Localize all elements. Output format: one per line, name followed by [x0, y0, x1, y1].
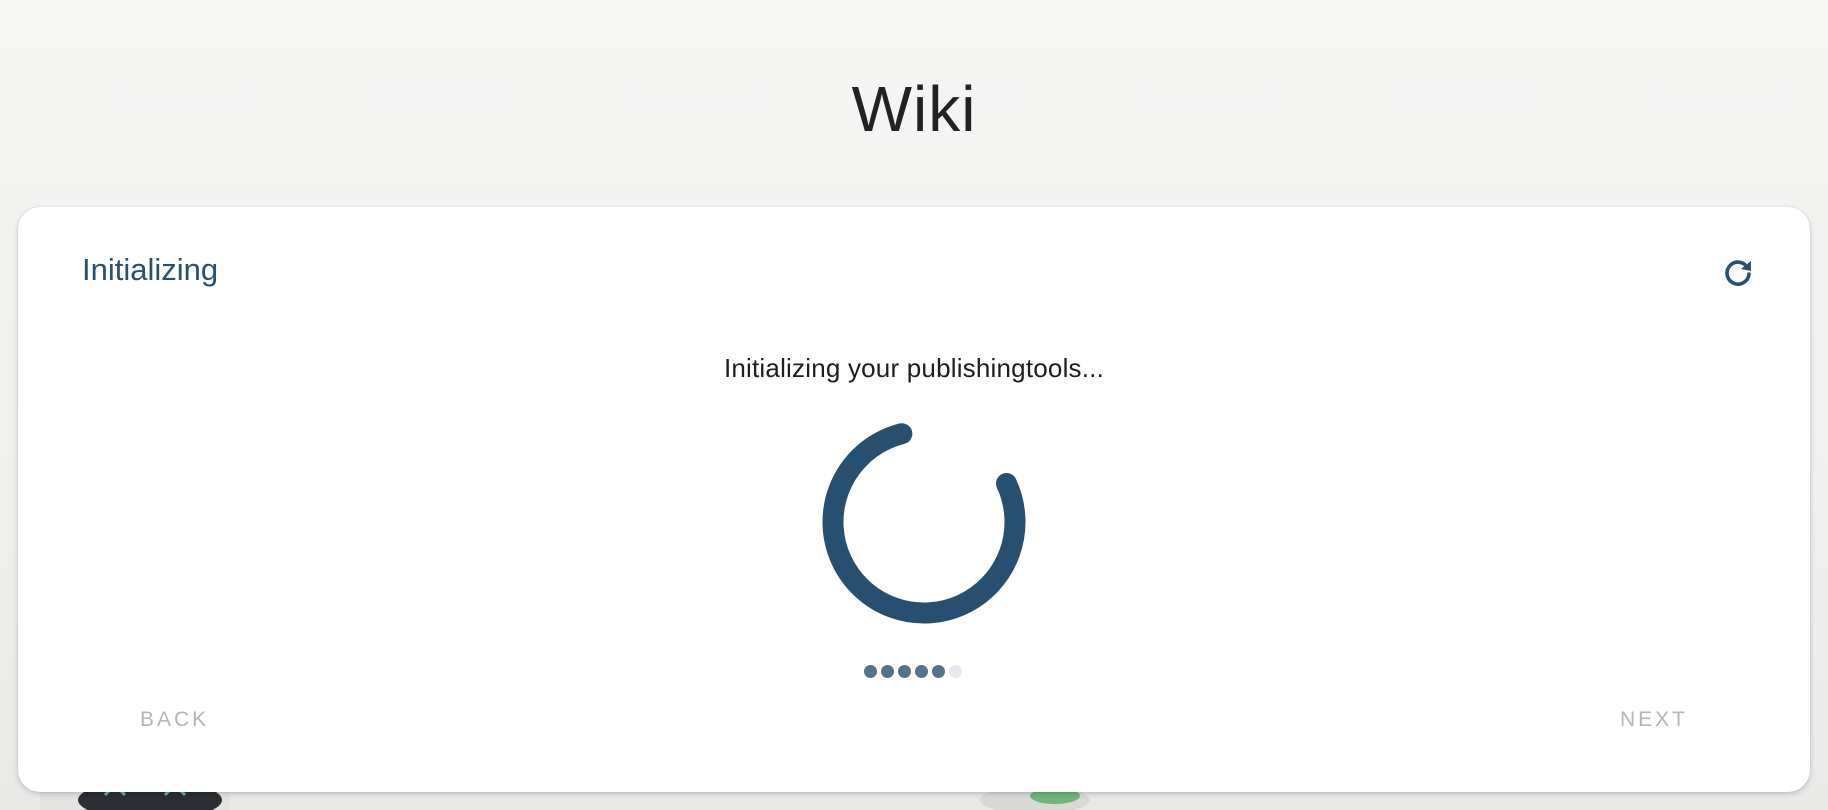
loading-spinner: [822, 420, 1026, 624]
refresh-button[interactable]: [1721, 255, 1755, 289]
progress-steps: [864, 665, 962, 678]
progress-dot-pending: [949, 665, 962, 678]
progress-dot-complete: [898, 665, 911, 678]
progress-dot-complete: [864, 665, 877, 678]
next-button[interactable]: NEXT: [1608, 700, 1700, 740]
progress-dot-complete: [915, 665, 928, 678]
refresh-icon: [1725, 260, 1751, 286]
card-title: Initializing: [82, 252, 219, 287]
progress-dot-complete: [932, 665, 945, 678]
progress-dot-complete: [881, 665, 894, 678]
back-button[interactable]: BACK: [128, 700, 221, 740]
status-message: Initializing your publishingtools...: [723, 353, 1105, 383]
page-title: Wiki: [851, 73, 977, 145]
initialization-card: Initializing Initializing your publishin…: [18, 207, 1810, 792]
